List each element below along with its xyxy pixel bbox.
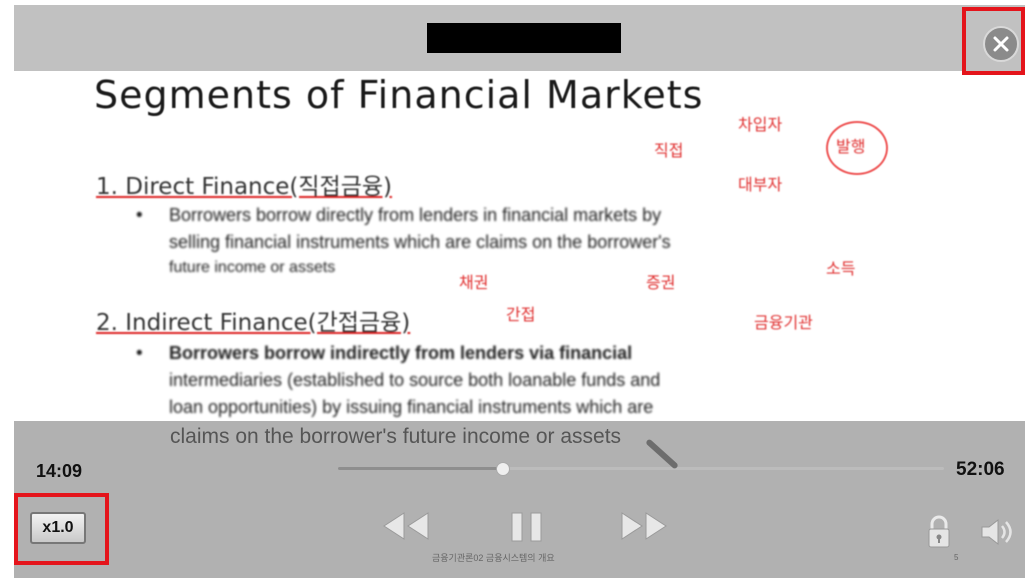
volume-button[interactable] [980, 517, 1014, 552]
slide-text-line: future income or assets [169, 259, 336, 276]
volume-icon [981, 518, 1012, 546]
total-time: 52:06 [956, 459, 1005, 480]
progress-fill [338, 467, 502, 470]
progress-bar[interactable] [338, 462, 944, 476]
slide-text-line: Borrowers borrow directly from lenders i… [169, 205, 662, 225]
annotation: 채권 [459, 275, 489, 292]
slide-heading-direct: 1. Direct Finance(직접금융) [96, 174, 393, 200]
slide-title: Segments of Financial Markets [94, 73, 704, 117]
rewind-button[interactable] [382, 511, 430, 546]
slide-text-line: selling financial instruments which are … [169, 232, 671, 252]
lock-icon [928, 515, 950, 548]
track-name: 금융기관론02 금융시스템의 개요 [432, 553, 555, 563]
annotation: 증권 [646, 275, 676, 292]
redacted-title [427, 23, 621, 53]
slide-text-line: intermediaries (established to source bo… [169, 370, 661, 390]
slide-text-line: loan opportunities) by issuing financial… [169, 397, 654, 417]
close-circle-icon [993, 36, 1009, 52]
lecture-slide: Segments of Financial Markets 직접 차입자 대부자… [14, 71, 1025, 421]
lock-count: 5 [954, 553, 959, 562]
bullet-dot: • [136, 343, 143, 364]
current-time: 14:09 [36, 461, 83, 481]
close-button[interactable] [983, 26, 1019, 62]
subtitle-text: claims on the borrower's future income o… [170, 425, 622, 448]
annotation: 차입자 [738, 117, 783, 134]
progress-knob[interactable] [495, 462, 510, 476]
rewind-icon [383, 512, 429, 540]
annotation: 대부자 [738, 177, 783, 194]
player-controls: claims on the borrower's future income o… [14, 421, 1025, 578]
annotation: 금융기관 [754, 315, 813, 332]
pause-icon [511, 512, 542, 542]
top-bar [14, 5, 1025, 71]
annotation: 간접 [506, 307, 536, 324]
close-highlight-box [962, 7, 1025, 75]
playback-speed-button[interactable]: x1.0 [30, 512, 86, 544]
fast-forward-icon [621, 512, 667, 540]
annotation: 소득 [826, 261, 856, 278]
annotation: 발행 [836, 139, 866, 156]
speed-highlight-box: x1.0 [14, 493, 109, 565]
slide-heading-indirect: 2. Indirect Finance(간접금융) [96, 310, 411, 336]
video-player: Segments of Financial Markets 직접 차입자 대부자… [14, 5, 1025, 578]
fast-forward-button[interactable] [620, 511, 668, 546]
lock-button[interactable] [927, 515, 951, 554]
pause-button[interactable] [510, 511, 544, 548]
pen-icon [645, 438, 679, 470]
slide-text-line: Borrowers borrow indirectly from lenders… [169, 343, 633, 363]
bullet-dot: • [136, 205, 143, 226]
annotation: 직접 [654, 143, 684, 160]
